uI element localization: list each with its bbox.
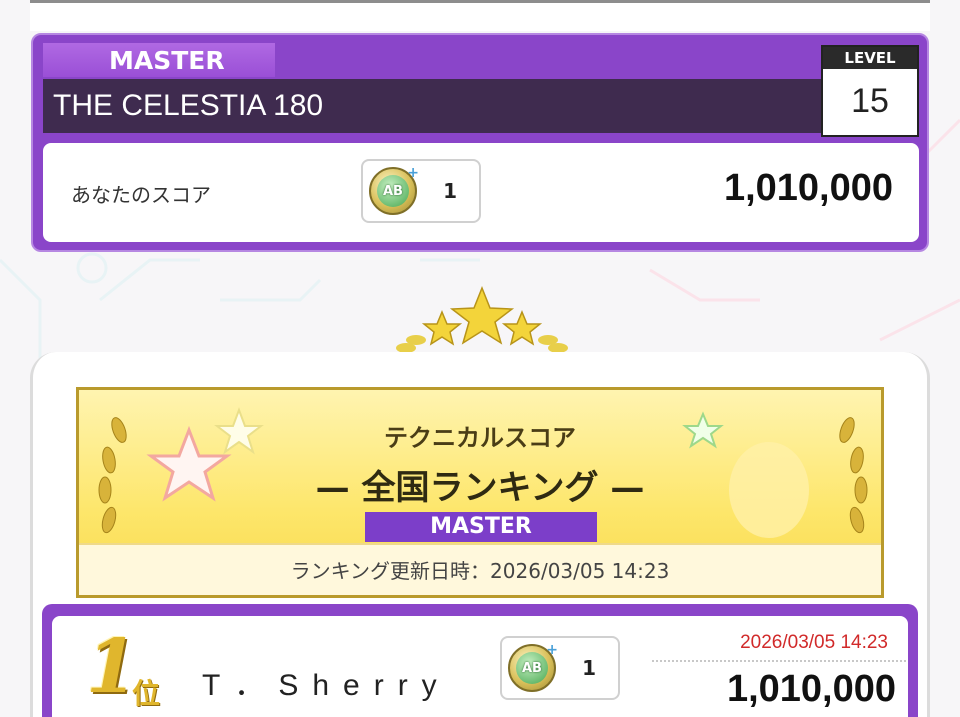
song-card: MASTER THE CELESTIA 180 LEVEL 15 あなたのスコア… [31, 33, 929, 252]
player-name: T．Sherry [202, 669, 451, 702]
place-number: 1 [86, 624, 138, 710]
badge-label: AB [516, 652, 548, 684]
entry-rank-chip: AB + 1 [500, 636, 620, 700]
ranking-updated-time: ランキング更新日時：2026/03/05 14:23 [79, 543, 881, 595]
your-score-label: あなたのスコア [71, 183, 211, 207]
entry-score: 1,010,000 [726, 668, 896, 710]
your-score-value: 1,010,000 [723, 167, 893, 209]
level-label: LEVEL [823, 47, 917, 69]
place-suffix: 位 [132, 677, 161, 710]
ranking-entry[interactable]: 1 位 T．Sherry AB + 1 2026/03/05 14:23 1,0… [42, 604, 918, 717]
badge-label: AB [377, 175, 409, 207]
plus-icon: + [407, 165, 419, 181]
place-medal: 1 位 [82, 624, 172, 717]
entry-divider [652, 660, 906, 662]
banner-difficulty-tag: MASTER [365, 512, 597, 542]
ab-plus-badge-icon: AB + [508, 642, 558, 692]
ab-plus-badge-icon: AB + [369, 165, 419, 215]
rank-chip: AB + 1 [361, 159, 481, 223]
ranking-entry-body: 1 位 T．Sherry AB + 1 2026/03/05 14:23 1,0… [52, 616, 908, 717]
entry-rank-count: 1 [582, 656, 596, 680]
plus-icon: + [546, 642, 558, 658]
level-value: 15 [851, 82, 889, 120]
banner-title: — 全国ランキング — [315, 468, 645, 508]
ranking-banner: テクニカルスコア — 全国ランキング — MASTER ランキング更新日時：20… [76, 387, 884, 598]
rank-count: 1 [443, 179, 457, 203]
top-panel [30, 3, 930, 31]
your-score-box: あなたのスコア AB + 1 1,010,000 [43, 143, 919, 242]
entry-date: 2026/03/05 14:23 [740, 632, 888, 653]
banner-subtitle: テクニカルスコア [384, 424, 576, 452]
song-title: THE CELESTIA 180 [43, 79, 821, 133]
level-box: LEVEL 15 [821, 45, 919, 137]
difficulty-tab: MASTER [43, 43, 275, 77]
